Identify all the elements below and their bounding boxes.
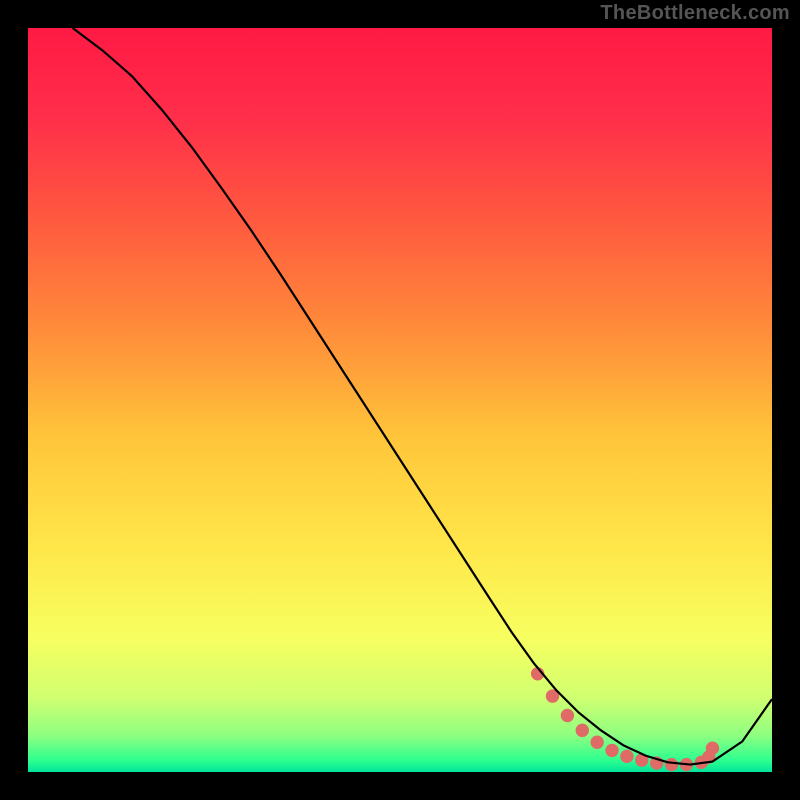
data-dot <box>590 736 603 749</box>
data-dot <box>620 750 633 763</box>
data-dot <box>576 724 589 737</box>
chart-container: TheBottleneck.com <box>0 0 800 800</box>
gradient-background <box>28 28 772 772</box>
data-dot <box>665 758 678 771</box>
data-dot <box>561 709 574 722</box>
data-dot <box>605 744 618 757</box>
data-dot <box>706 741 719 754</box>
bottleneck-chart <box>0 0 800 800</box>
